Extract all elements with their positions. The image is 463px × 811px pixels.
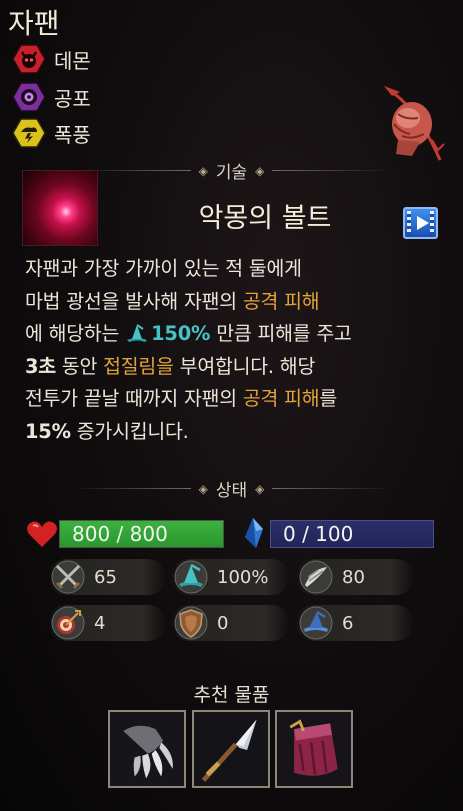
skill-icon xyxy=(22,170,98,246)
ability-power-hat-icon xyxy=(127,324,148,342)
divider xyxy=(272,170,393,171)
desc-text: 자팬과 가장 가까이 있는 적 둘에게 xyxy=(25,257,302,280)
desc-line: 3초 동안 접질림을 부여합니다. 해당 xyxy=(25,351,455,384)
play-icon xyxy=(417,216,429,230)
desc-text: 만큼 피해를 주고 xyxy=(210,322,352,345)
ability-power-value: 150% xyxy=(151,322,211,345)
trait-storm[interactable]: 폭풍 xyxy=(12,118,91,148)
desc-line: 에 해당하는 150% 만큼 피해를 주고 xyxy=(25,318,455,351)
skill-description: 자팬과 가장 가까이 있는 적 둘에게 마법 광선을 발사해 자팬의 공격 피해… xyxy=(25,253,455,448)
claw-item-icon xyxy=(110,712,184,786)
desc-text: 동안 xyxy=(55,354,104,378)
stat-value: 65 xyxy=(94,566,117,588)
recommended-items-label: 추천 물품 xyxy=(193,684,270,706)
stat-value: 4 xyxy=(94,612,106,634)
desc-text: 에 해당하는 xyxy=(25,322,126,345)
desc-line: 마법 광선을 발사해 자팬의 공격 피해 xyxy=(25,286,455,319)
trait-label-demon: 데몬 xyxy=(54,48,91,73)
stat-attack-speed[interactable]: 80 xyxy=(296,559,414,595)
keyword-sprain: 접질림을 xyxy=(103,354,174,378)
trait-fear[interactable]: 공포 xyxy=(12,82,91,112)
mana-crystal-icon xyxy=(245,518,263,548)
stats-section-header: ◈ 상태 ◈ xyxy=(0,476,463,501)
diamond-ornament-icon: ◈ xyxy=(255,163,265,178)
recommended-item-3[interactable] xyxy=(275,710,353,788)
magic-resist-icon xyxy=(299,606,333,640)
keyword-attack-damage: 공격 피해 xyxy=(242,387,320,410)
recommended-item-1[interactable] xyxy=(108,710,186,788)
champion-emblem-icon xyxy=(384,86,445,161)
stat-armor[interactable]: 0 xyxy=(171,605,289,641)
divider xyxy=(70,488,191,489)
eye-trait-icon xyxy=(12,82,46,112)
stats-section-label: 상태 xyxy=(215,481,248,501)
stat-magic-resist[interactable]: 6 xyxy=(296,605,414,641)
stat-value: 80 xyxy=(342,566,365,588)
desc-line: 15% 증가시킵니다. xyxy=(25,416,455,449)
desc-text: 마법 광선을 발사해 자팬의 xyxy=(25,289,243,313)
desc-text: 증가시킵니다. xyxy=(70,419,189,443)
keyword-attack-damage: 공격 피해 xyxy=(242,289,320,313)
desc-line: 전투가 끝날 때까지 자팬의 공격 피해를 xyxy=(25,383,455,416)
stat-value: 0 xyxy=(217,612,229,634)
divider xyxy=(272,488,393,489)
film-strip-icon xyxy=(407,211,411,235)
trait-label-storm: 폭풍 xyxy=(54,122,91,147)
stat-attack-damage[interactable]: 65 xyxy=(48,559,166,595)
armor-icon xyxy=(174,606,208,640)
stat-ability-power[interactable]: 100% xyxy=(171,559,289,595)
skill-section-label: 기술 xyxy=(215,163,248,183)
trait-demon[interactable]: 데몬 xyxy=(12,44,91,74)
stat-attack-range[interactable]: 4 xyxy=(48,605,166,641)
trait-label-fear: 공포 xyxy=(54,86,91,111)
desc-text: 전투가 끝날 때까지 자팬의 xyxy=(25,387,243,410)
attack-range-icon xyxy=(51,606,85,640)
attack-speed-icon xyxy=(299,560,333,594)
desc-text: 부여합니다. 해당 xyxy=(173,354,316,378)
percent-value: 15% xyxy=(25,419,71,443)
desc-text: 를 xyxy=(319,387,338,410)
stat-value: 100% xyxy=(217,566,269,588)
skill-video-button[interactable] xyxy=(403,207,438,239)
health-bar: 800 / 800 xyxy=(59,520,224,548)
storm-trait-icon xyxy=(12,118,46,148)
attack-damage-icon xyxy=(51,560,85,594)
cloak-item-icon xyxy=(277,712,351,786)
champion-name: 자팬 xyxy=(8,7,60,40)
recommended-item-2[interactable] xyxy=(192,710,270,788)
diamond-ornament-icon: ◈ xyxy=(198,163,208,178)
mana-bar: 0 / 100 xyxy=(270,520,434,548)
duration-value: 3초 xyxy=(25,354,56,378)
film-strip-icon xyxy=(430,211,434,235)
skill-name: 악몽의 볼트 xyxy=(198,203,332,234)
stat-value: 6 xyxy=(342,612,354,634)
desc-line: 자팬과 가장 가까이 있는 적 둘에게 xyxy=(25,253,455,286)
ability-power-icon xyxy=(174,560,208,594)
diamond-ornament-icon: ◈ xyxy=(255,481,265,496)
health-heart-icon xyxy=(27,521,57,547)
spear-item-icon xyxy=(194,712,268,786)
demon-trait-icon xyxy=(12,44,46,74)
diamond-ornament-icon: ◈ xyxy=(198,481,208,496)
